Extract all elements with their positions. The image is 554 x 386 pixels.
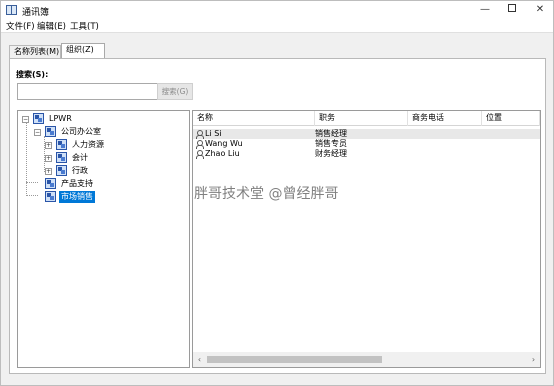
- maximize-icon: [508, 4, 516, 12]
- tree-line: [26, 121, 27, 196]
- menu-tools[interactable]: 工具(T): [70, 20, 99, 32]
- scroll-right-icon[interactable]: ›: [527, 352, 540, 367]
- watermark: 胖哥技术堂 @曾经胖哥: [194, 186, 339, 202]
- organization-panel: 搜索(S): 搜索(G) − LPWR − 公司办公室 + 人力资源 + 会计 …: [9, 58, 546, 374]
- horizontal-scrollbar[interactable]: ‹ ›: [193, 352, 540, 367]
- search-input[interactable]: [17, 83, 161, 100]
- contact-title: 销售专员: [315, 139, 347, 148]
- address-book-window: 通讯簿 — ✕ 文件(F) 编辑(E) 工具(T) 名称列表(M) 组织(Z) …: [0, 0, 554, 386]
- contact-name: Li Si: [205, 129, 222, 138]
- tree-label-hr: 人力资源: [72, 140, 104, 149]
- list-header: 名称 职务 商务电话 位置: [193, 111, 540, 126]
- tab-organization[interactable]: 组织(Z): [61, 43, 105, 59]
- tree-label-marketing: 市场销售: [59, 191, 95, 203]
- tree-label-product-support: 产品支持: [61, 179, 93, 188]
- tree-line: [26, 182, 38, 183]
- tree-label-root: LPWR: [49, 114, 72, 123]
- tab-name-list[interactable]: 名称列表(M): [9, 45, 61, 59]
- column-name[interactable]: 名称: [193, 111, 315, 126]
- search-label: 搜索(S):: [16, 70, 49, 79]
- menu-file[interactable]: 文件(F): [6, 20, 35, 32]
- tree-label-admin: 行政: [72, 166, 88, 175]
- column-business-phone[interactable]: 商务电话: [408, 111, 482, 126]
- close-button[interactable]: ✕: [527, 1, 553, 19]
- org-icon: [45, 191, 56, 202]
- person-icon: [196, 140, 204, 149]
- window-title: 通讯簿: [22, 8, 50, 18]
- person-icon: [196, 150, 204, 159]
- org-icon: [33, 113, 44, 124]
- org-icon: [45, 126, 56, 137]
- org-icon: [56, 152, 67, 163]
- expand-icon[interactable]: +: [45, 155, 52, 162]
- contacts-list[interactable]: 名称 职务 商务电话 位置 Li Si 销售经理 Wang Wu 销售专员 Zh…: [192, 110, 541, 368]
- person-icon: [196, 130, 204, 139]
- column-title[interactable]: 职务: [315, 111, 408, 126]
- address-book-icon: [6, 5, 17, 15]
- tree-label-accounting: 会计: [72, 153, 88, 162]
- contact-title: 销售经理: [315, 129, 347, 138]
- menu-edit[interactable]: 编辑(E): [37, 20, 66, 32]
- search-button[interactable]: 搜索(G): [157, 83, 193, 100]
- title-bar: 通讯簿 — ✕: [1, 1, 553, 19]
- collapse-icon[interactable]: −: [34, 129, 41, 136]
- column-location[interactable]: 位置: [482, 111, 540, 126]
- maximize-button[interactable]: [499, 1, 525, 19]
- minimize-button[interactable]: —: [472, 1, 498, 19]
- org-icon: [45, 178, 56, 189]
- list-row[interactable]: Li Si 销售经理: [193, 129, 540, 139]
- tree-label-office: 公司办公室: [61, 127, 101, 136]
- expand-icon[interactable]: +: [45, 168, 52, 175]
- list-row[interactable]: Wang Wu 销售专员: [193, 139, 540, 149]
- org-icon: [56, 139, 67, 150]
- tree-line: [26, 195, 38, 196]
- org-tree[interactable]: − LPWR − 公司办公室 + 人力资源 + 会计 + 行政 产品支持 市场销…: [17, 110, 190, 368]
- list-row[interactable]: Zhao Liu 财务经理: [193, 149, 540, 159]
- contact-title: 财务经理: [315, 149, 347, 158]
- scroll-left-icon[interactable]: ‹: [193, 352, 206, 367]
- contact-name: Wang Wu: [205, 139, 243, 148]
- contact-name: Zhao Liu: [205, 149, 240, 158]
- collapse-icon[interactable]: −: [22, 116, 29, 123]
- org-icon: [56, 165, 67, 176]
- menu-bar: 文件(F) 编辑(E) 工具(T): [1, 19, 553, 33]
- expand-icon[interactable]: +: [45, 142, 52, 149]
- scroll-thumb[interactable]: [207, 356, 382, 363]
